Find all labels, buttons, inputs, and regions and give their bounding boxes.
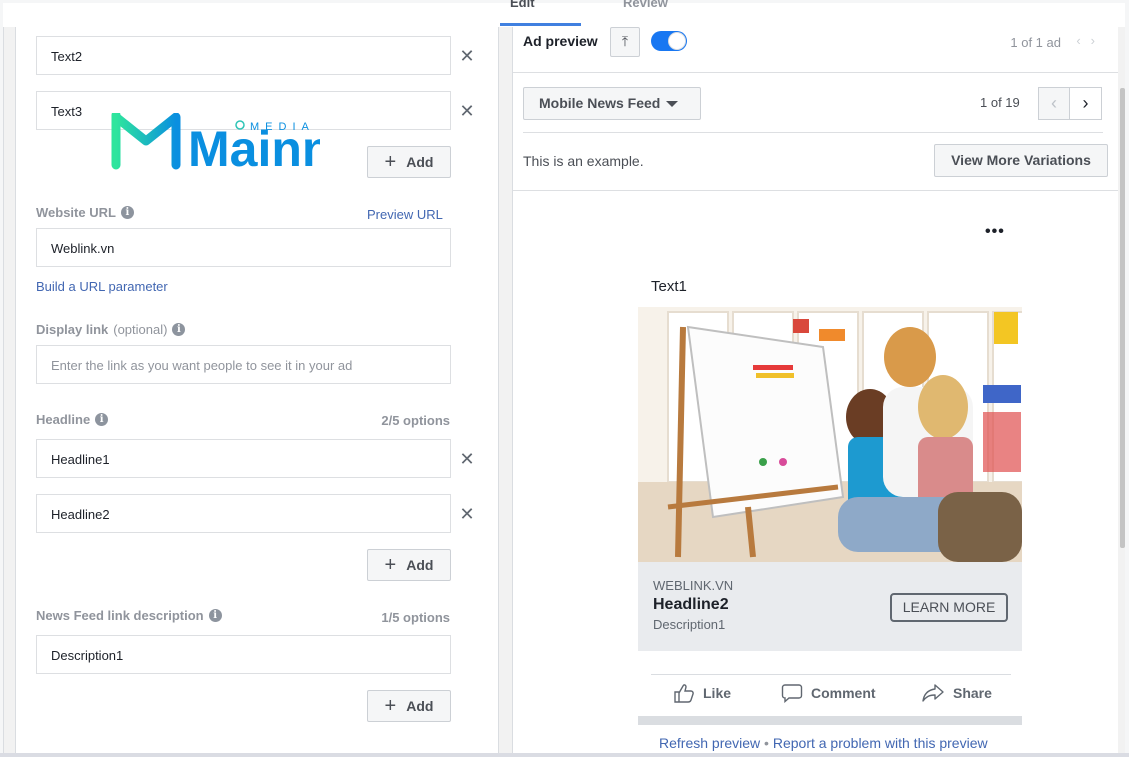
learn-more-button[interactable]: LEARN MORE — [890, 593, 1008, 622]
divider — [513, 190, 1118, 191]
logo-tag: MEDIA — [250, 121, 315, 133]
more-options-icon[interactable]: ••• — [985, 223, 1005, 241]
link-headline: Headline2 — [653, 596, 729, 613]
build-url-parameter-link[interactable]: Build a URL parameter — [36, 279, 168, 294]
toggle-knob — [668, 32, 686, 50]
share-preview-icon[interactable]: ⤒ — [610, 27, 640, 57]
share-button[interactable]: Share — [921, 683, 992, 703]
mainn-media-logo: Mainn MEDIA — [111, 113, 320, 173]
headline-label: Headline i — [36, 412, 109, 427]
ad-image — [638, 307, 1022, 562]
tab-review[interactable]: Review — [623, 0, 668, 10]
display-link-input[interactable]: Enter the link as you want people to see… — [36, 345, 451, 384]
preview-url-link[interactable]: Preview URL — [367, 207, 443, 222]
share-icon — [922, 684, 944, 702]
like-button[interactable]: Like — [673, 683, 731, 703]
ad-nav-arrows[interactable]: ‹› — [1076, 33, 1105, 48]
website-url-input[interactable]: Weblink.vn — [36, 228, 451, 267]
news-feed-description-label: News Feed link description i — [36, 608, 222, 623]
info-icon[interactable]: i — [208, 609, 222, 622]
active-tab-indicator — [500, 23, 581, 26]
close-icon[interactable]: ✕ — [459, 47, 475, 65]
plus-icon: + — [384, 554, 397, 576]
info-icon[interactable]: i — [120, 206, 134, 219]
link-domain: WEBLINK.VN — [653, 578, 734, 593]
website-url-label: Website URL i — [36, 205, 134, 220]
display-link-label: Display link (optional) i — [36, 322, 186, 337]
example-note: This is an example. — [523, 153, 644, 169]
info-icon[interactable]: i — [95, 413, 109, 426]
info-icon[interactable]: i — [172, 323, 186, 336]
preview-scrollbar-thumb[interactable] — [1120, 88, 1125, 548]
headline-input-1[interactable]: Headline1 — [36, 439, 451, 478]
close-icon[interactable]: ✕ — [459, 450, 475, 468]
divider — [651, 674, 1011, 675]
bottom-edge — [0, 753, 1129, 757]
close-icon[interactable]: ✕ — [459, 102, 475, 120]
caret-down-icon — [666, 101, 679, 108]
view-more-variations-button[interactable]: View More Variations — [934, 144, 1108, 177]
variation-pager: ‹ › — [1038, 87, 1103, 120]
ads-manager-window: Edit Review Text2 ✕ Text3 ✕ + Add Websit… — [0, 0, 1129, 757]
variation-count: 1 of 19 — [980, 95, 1020, 110]
link-preview-card[interactable]: WEBLINK.VN Headline2 Description1 LEARN … — [638, 562, 1022, 651]
add-description-button[interactable]: + Add — [367, 690, 451, 722]
ad-preview-header: Ad preview ⤒ 1 of 1 ad ‹› — [513, 27, 1118, 73]
post-bottom-bar — [638, 716, 1022, 725]
tab-edit[interactable]: Edit — [510, 0, 535, 10]
preview-toggle[interactable] — [651, 31, 687, 51]
thumbs-up-icon — [674, 684, 694, 703]
plus-icon: + — [384, 695, 397, 717]
divider — [523, 132, 1103, 133]
close-icon[interactable]: ✕ — [459, 505, 475, 523]
description-options-count: 1/5 options — [381, 610, 450, 625]
refresh-preview-link[interactable]: Refresh preview — [659, 735, 760, 751]
ad-preview-title: Ad preview — [523, 33, 598, 49]
preview-footer: Refresh preview • Report a problem with … — [659, 735, 988, 751]
add-headline-button[interactable]: + Add — [367, 549, 451, 581]
comment-button[interactable]: Comment — [781, 683, 876, 703]
ad-count: 1 of 1 ad — [1010, 35, 1061, 50]
plus-icon: + — [384, 151, 397, 173]
comment-icon — [781, 684, 803, 703]
placement-dropdown[interactable]: Mobile News Feed — [523, 87, 701, 120]
headline-input-2[interactable]: Headline2 — [36, 494, 451, 533]
link-description: Description1 — [653, 617, 726, 632]
headline-options-count: 2/5 options — [381, 413, 450, 428]
chevron-left-icon[interactable]: ‹ — [1038, 87, 1070, 120]
ad-preview-panel: Ad preview ⤒ 1 of 1 ad ‹› Mobile News Fe… — [512, 27, 1118, 753]
primary-text-field-2[interactable]: Text2 — [36, 36, 451, 75]
description-input-1[interactable]: Description1 — [36, 635, 451, 674]
add-text-button[interactable]: + Add — [367, 146, 451, 178]
post-primary-text: Text1 — [651, 278, 687, 295]
report-problem-link[interactable]: Report a problem with this preview — [773, 735, 988, 751]
chevron-right-icon[interactable]: › — [1070, 87, 1102, 120]
